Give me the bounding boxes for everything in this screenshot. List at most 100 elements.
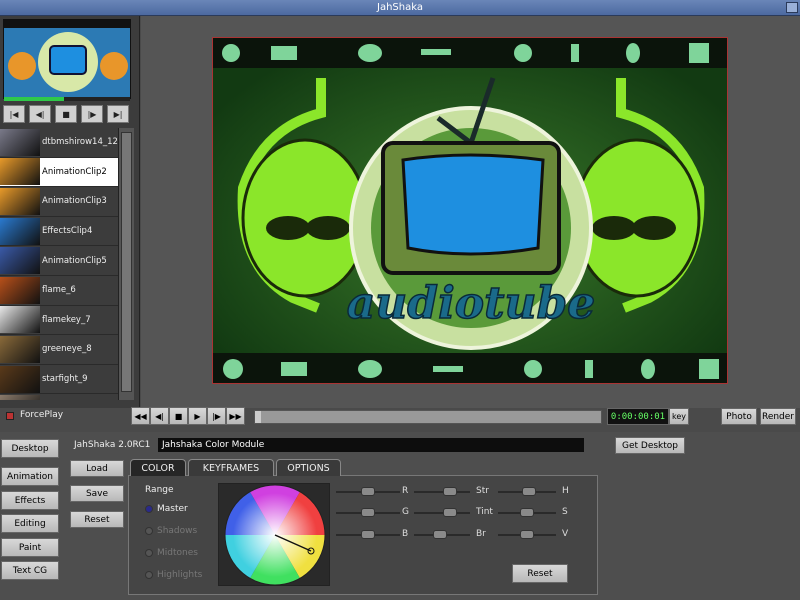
slider-label: Tint — [476, 507, 493, 517]
slider-knob[interactable] — [361, 508, 375, 517]
viewer-canvas[interactable]: audiotube — [212, 37, 728, 384]
clip-list-item[interactable]: greeneye_8 — [0, 335, 118, 365]
slider-b[interactable] — [336, 530, 400, 539]
transport-button[interactable]: ▶ — [188, 407, 207, 425]
clip-thumbnail — [0, 306, 40, 334]
clip-list-item[interactable]: flame_6 — [0, 276, 118, 306]
color-wheel-box — [218, 483, 330, 586]
go-end-button[interactable]: ▶| — [107, 105, 129, 123]
scrollbar-thumb[interactable] — [121, 132, 132, 392]
logo-text: audiotube — [347, 278, 595, 329]
slider-str[interactable] — [414, 487, 470, 496]
step-back-button[interactable]: ◀| — [29, 105, 51, 123]
radio-icon — [145, 571, 153, 579]
slider-knob[interactable] — [361, 530, 375, 539]
save-button[interactable]: Save — [70, 485, 124, 502]
render-button[interactable]: Render — [760, 408, 796, 425]
clip-thumbnail — [0, 335, 40, 363]
range-option-midtones[interactable]: Midtones — [145, 548, 198, 558]
slider-s[interactable] — [498, 508, 556, 517]
slider-tint[interactable] — [414, 508, 470, 517]
clip-list-item[interactable]: starfight_9 — [0, 365, 118, 395]
slider-h[interactable] — [498, 487, 556, 496]
slider-label: V — [562, 529, 569, 539]
range-option-label: Midtones — [157, 548, 198, 558]
nav-paint-button[interactable]: Paint — [1, 538, 59, 557]
get-desktop-button[interactable]: Get Desktop — [615, 437, 685, 454]
clip-list: dtbmshirow14_12t AnimationClip2 AnimationC… — [0, 128, 118, 400]
clip-progress-bar[interactable] — [4, 97, 130, 101]
slider-knob[interactable] — [361, 487, 375, 496]
clip-thumbnail — [0, 217, 40, 245]
clip-thumbnail — [0, 365, 40, 393]
clip-thumbnail — [0, 158, 40, 186]
range-option-label: Shadows — [157, 526, 198, 536]
reset-button[interactable]: Reset — [70, 511, 124, 528]
go-start-button[interactable]: |◀ — [3, 105, 25, 123]
photo-button[interactable]: Photo — [721, 408, 757, 425]
clip-list-item[interactable]: AnimationClip5 — [0, 246, 118, 276]
slider-track — [414, 491, 470, 493]
clip-label: flame_6 — [42, 285, 76, 296]
slider-knob[interactable] — [432, 530, 447, 539]
slider-knob[interactable] — [522, 487, 537, 496]
version-label: JahShaka 2.0RC1 — [74, 440, 151, 450]
clip-thumbnail — [0, 276, 40, 304]
clip-label: AnimationClip5 — [42, 255, 107, 266]
range-option-label: Highlights — [157, 570, 203, 580]
slider-knob[interactable] — [443, 508, 458, 517]
slider-label: Str — [476, 486, 489, 496]
scrubber-handle[interactable] — [255, 411, 261, 423]
nav-animation-button[interactable]: Animation — [1, 467, 59, 486]
transport-button[interactable]: |▶ — [207, 407, 226, 425]
forceplay-toggle-icon[interactable] — [6, 412, 14, 420]
clip-label: dtbmshirow14_12t — [42, 137, 118, 148]
range-option-shadows[interactable]: Shadows — [145, 526, 197, 536]
tab-options[interactable]: OPTIONS — [276, 459, 341, 476]
window-close-icon[interactable] — [786, 2, 798, 13]
range-option-highlights[interactable]: Highlights — [145, 570, 202, 580]
color-wheel-icon[interactable] — [219, 484, 329, 586]
nav-effects-button[interactable]: Effects — [1, 491, 59, 510]
range-option-master[interactable]: Master — [145, 504, 188, 514]
slider-knob[interactable] — [443, 487, 458, 496]
key-button[interactable]: key — [669, 408, 689, 425]
clip-list-item[interactable]: AnimationClip2 — [0, 157, 118, 188]
clip-list-item[interactable]: flamekey_7 — [0, 306, 118, 336]
clip-list-scrollbar[interactable] — [118, 128, 134, 400]
slider-label: S — [562, 507, 568, 517]
clip-label: EffectsClip4 — [42, 226, 93, 237]
slider-v[interactable] — [498, 530, 556, 539]
nav-desktop-button[interactable]: Desktop — [1, 439, 59, 458]
tab-keyframes[interactable]: KEYFRAMES — [188, 459, 274, 476]
color-reset-button[interactable]: Reset — [512, 564, 568, 583]
step-forward-button[interactable]: |▶ — [81, 105, 103, 123]
clip-label: AnimationClip3 — [42, 196, 107, 207]
clip-label: starfight_9 — [42, 374, 88, 385]
slider-r[interactable] — [336, 487, 400, 496]
nav-text-cg-button[interactable]: Text CG — [1, 561, 59, 580]
transport-button[interactable]: ◀| — [150, 407, 169, 425]
stop-button[interactable]: ■ — [55, 105, 77, 123]
slider-label: G — [402, 507, 409, 517]
clip-list-item[interactable]: EffectsClip4 — [0, 217, 118, 247]
slider-label: R — [402, 486, 409, 496]
nav-editing-button[interactable]: Editing — [1, 514, 59, 533]
clip-list-item[interactable]: AnimationClip3 — [0, 187, 118, 217]
clip-thumbnail — [0, 128, 40, 156]
clip-list-item[interactable]: fantasy_10 — [0, 394, 118, 400]
slider-g[interactable] — [336, 508, 400, 517]
transport-button[interactable]: ▶▶ — [226, 407, 245, 425]
slider-br[interactable] — [414, 530, 470, 539]
clip-list-item[interactable]: dtbmshirow14_12t — [0, 128, 118, 158]
forceplay-label: ForcePlay — [20, 410, 64, 420]
load-button[interactable]: Load — [70, 460, 124, 477]
slider-knob[interactable] — [520, 508, 534, 517]
clip-label: AnimationClip2 — [42, 166, 107, 177]
transport-button[interactable]: ◀◀ — [131, 407, 150, 425]
slider-knob[interactable] — [520, 530, 534, 539]
timeline-scrubber[interactable] — [254, 410, 602, 424]
tab-color[interactable]: COLOR — [130, 459, 186, 476]
transport-button[interactable]: ■ — [169, 407, 188, 425]
slider-track — [414, 512, 470, 514]
